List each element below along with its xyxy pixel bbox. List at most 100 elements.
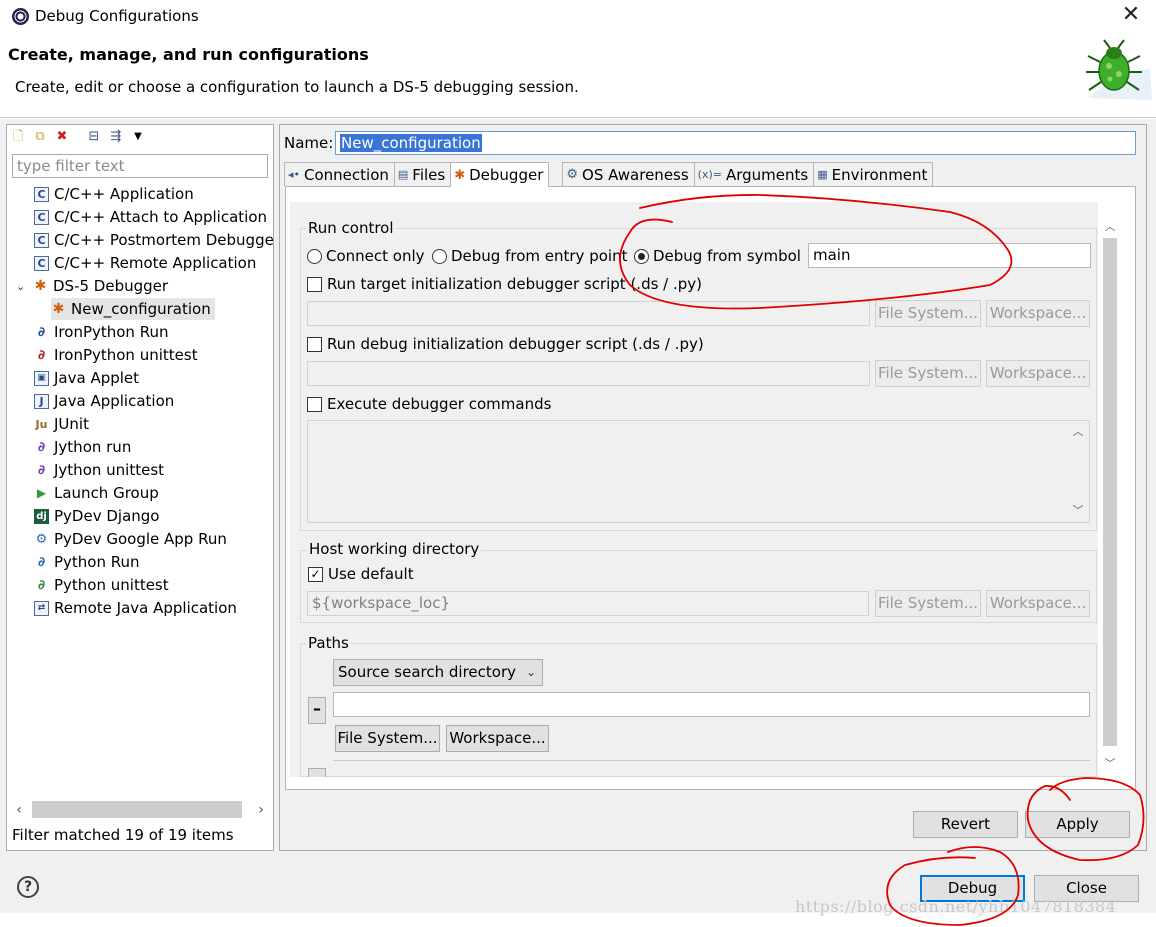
radio-circle-selected xyxy=(634,248,649,264)
check-use-default[interactable]: ✓ Use default xyxy=(308,565,414,583)
tab-files[interactable]: ▤ Files xyxy=(393,162,452,186)
tree-item-pydev-django[interactable]: dj PyDev Django xyxy=(34,505,159,527)
tree-item-remote-java[interactable]: ⇄ Remote Java Application xyxy=(34,597,237,619)
window-close-button[interactable]: ✕ xyxy=(1118,3,1144,27)
tree-item-label: C/C++ Remote Application xyxy=(54,254,257,272)
check-label: Use default xyxy=(328,565,414,583)
debugger-icon: ✱ xyxy=(454,167,466,183)
watermark: https://blog.csdn.net/yhb1047818384 xyxy=(795,897,1117,916)
java-applet-icon: ▣ xyxy=(34,370,49,386)
tab-connection[interactable]: ◂• Connection xyxy=(284,162,395,186)
delete-icon[interactable]: ✖ xyxy=(54,129,70,145)
check-execute-commands[interactable]: Execute debugger commands xyxy=(307,395,551,413)
tree-item-ds5-debugger[interactable]: ⌄ ✱ DS-5 Debugger xyxy=(16,275,168,297)
tab-debugger[interactable]: ✱ Debugger xyxy=(450,162,550,187)
tree-item-new-configuration[interactable]: ✱ New_configuration xyxy=(51,298,215,320)
revert-button[interactable]: Revert xyxy=(913,811,1018,838)
tree-item-junit[interactable]: Ju JUnit xyxy=(34,413,89,435)
tree-item-label: Jython run xyxy=(54,438,132,456)
tree-item-java-application[interactable]: J Java Application xyxy=(34,390,174,412)
help-icon[interactable]: ? xyxy=(17,876,39,898)
checkbox-checked: ✓ xyxy=(308,566,323,582)
c-icon: C xyxy=(34,255,49,271)
path-type-select[interactable]: Source search directory ⌄ xyxy=(333,659,543,686)
filter-input[interactable] xyxy=(12,154,268,178)
collapse-all-icon[interactable]: ⊟ xyxy=(86,129,102,145)
host-file-system-button[interactable]: File System... xyxy=(875,590,981,617)
paths-file-system-button[interactable]: File System... xyxy=(335,725,440,752)
run-control-label: Run control xyxy=(306,219,396,237)
radio-debug-entry-point[interactable]: Debug from entry point xyxy=(432,247,627,265)
scroll-down-icon[interactable]: ﹀ xyxy=(1069,502,1087,520)
tree-item-pydev-google-app[interactable]: ⚙ PyDev Google App Run xyxy=(34,528,227,550)
tree-item-label: PyDev Google App Run xyxy=(54,530,227,548)
partial-button xyxy=(308,768,326,777)
remove-path-button[interactable]: – xyxy=(308,697,326,724)
java-app-icon: J xyxy=(34,393,49,409)
tab-environment[interactable]: ▦ Environment xyxy=(813,162,934,186)
scroll-right-icon[interactable]: › xyxy=(252,800,270,820)
host-workspace-button[interactable]: Workspace... xyxy=(986,590,1090,617)
name-field[interactable]: New_configuration xyxy=(335,131,1136,155)
tree-item-launch-group[interactable]: ▶ Launch Group xyxy=(34,482,159,504)
tree-item-label: Python Run xyxy=(54,553,140,571)
python-unittest-icon: ∂ xyxy=(37,347,46,363)
chevron-down-icon: ⌄ xyxy=(525,665,536,679)
debug-file-system-button[interactable]: File System... xyxy=(875,360,981,387)
tree-item-label: JUnit xyxy=(54,415,89,433)
chevron-down-icon[interactable]: ⌄ xyxy=(16,280,28,293)
path-input[interactable] xyxy=(333,692,1090,717)
scroll-down-icon[interactable]: ﹀ xyxy=(1101,755,1119,773)
commands-scrollbar[interactable]: ︿ ﹀ xyxy=(1069,423,1087,520)
radio-connect-only[interactable]: Connect only xyxy=(307,247,425,265)
filter-icon[interactable]: ⇶ xyxy=(108,129,124,145)
tree-item-jython-unittest[interactable]: ∂ Jython unittest xyxy=(34,459,164,481)
tree-item-cpp-attach[interactable]: C C/C++ Attach to Application xyxy=(34,206,267,228)
tree-item-cpp-postmortem[interactable]: C C/C++ Postmortem Debugge xyxy=(34,229,274,251)
python-unittest-icon: ∂ xyxy=(37,577,46,593)
tree-item-cpp-application[interactable]: C C/C++ Application xyxy=(34,183,194,205)
tree-item-java-applet[interactable]: ▣ Java Applet xyxy=(34,367,139,389)
connection-icon: ◂• xyxy=(288,168,301,181)
tree-item-label: C/C++ Postmortem Debugge xyxy=(54,231,274,249)
tree-item-python-run[interactable]: ∂ Python Run xyxy=(34,551,140,573)
tab-os-awareness[interactable]: ⚙ OS Awareness xyxy=(562,162,695,186)
debugger-commands-textarea: ︿ ﹀ xyxy=(307,420,1090,523)
apply-button[interactable]: Apply xyxy=(1025,811,1130,838)
radio-debug-from-symbol[interactable]: Debug from symbol xyxy=(634,247,801,265)
scrollbar-thumb[interactable] xyxy=(32,801,242,818)
form-vertical-scrollbar[interactable]: ︿ ﹀ xyxy=(1101,218,1119,773)
new-config-icon[interactable]: 🗋 xyxy=(10,129,26,145)
checkbox xyxy=(307,276,322,292)
tree-item-ironpython-run[interactable]: ∂ IronPython Run xyxy=(34,321,169,343)
paths-workspace-button[interactable]: Workspace... xyxy=(446,725,549,752)
view-menu-icon[interactable]: ▼ xyxy=(130,129,146,145)
tree-item-label: Java Applet xyxy=(54,369,140,387)
python-icon: ∂ xyxy=(37,324,46,340)
symbol-input[interactable]: main xyxy=(808,243,1091,268)
scroll-up-icon[interactable]: ︿ xyxy=(1069,423,1087,441)
check-debug-init-script[interactable]: Run debug initialization debugger script… xyxy=(307,335,704,353)
tree-item-ironpython-unittest[interactable]: ∂ IronPython unittest xyxy=(34,344,198,366)
tree-item-jython-run[interactable]: ∂ Jython run xyxy=(34,436,131,458)
scrollbar-thumb[interactable] xyxy=(1103,238,1117,746)
check-target-init-script[interactable]: Run target initialization debugger scrip… xyxy=(307,275,702,293)
tree-item-cpp-remote[interactable]: C C/C++ Remote Application xyxy=(34,252,256,274)
tree-item-python-unittest[interactable]: ∂ Python unittest xyxy=(34,574,169,596)
debug-workspace-button[interactable]: Workspace... xyxy=(986,360,1090,387)
c-icon: C xyxy=(34,209,49,225)
paths-label: Paths xyxy=(306,634,351,652)
tree-horizontal-scrollbar[interactable]: ‹ › xyxy=(10,800,270,820)
debug-script-path xyxy=(307,361,870,386)
host-working-dir-label: Host working directory xyxy=(307,540,482,558)
tab-arguments[interactable]: (x)= Arguments xyxy=(693,162,815,186)
target-file-system-button[interactable]: File System... xyxy=(875,300,981,327)
scroll-left-icon[interactable]: ‹ xyxy=(10,800,28,820)
scroll-up-icon[interactable]: ︿ xyxy=(1101,218,1119,236)
debug-bug-icon xyxy=(1086,39,1152,100)
radio-circle xyxy=(432,248,447,264)
duplicate-icon[interactable]: ⧉ xyxy=(32,129,48,145)
tree-item-label: Launch Group xyxy=(54,484,159,502)
environment-icon: ▦ xyxy=(817,168,828,181)
target-workspace-button[interactable]: Workspace... xyxy=(986,300,1090,327)
